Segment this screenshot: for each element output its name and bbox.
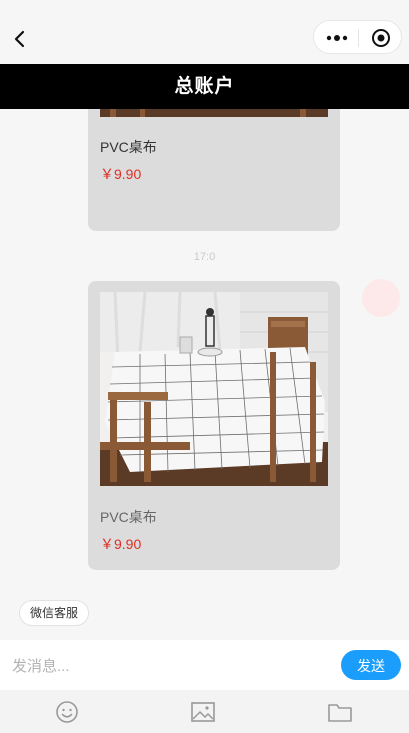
chevron-left-icon[interactable]	[6, 24, 34, 54]
product-card[interactable]: PVC桌布 ￥9.90	[88, 281, 340, 570]
product-price: ￥9.90	[100, 536, 142, 552]
folder-icon[interactable]	[327, 700, 353, 724]
wechat-service-button[interactable]: 微信客服	[19, 600, 90, 626]
tablecloth-photo-icon	[100, 109, 328, 117]
product-name: PVC桌布	[100, 139, 157, 155]
capsule-divider	[358, 29, 359, 47]
chat-area[interactable]: PVC桌布 ￥9.90 17:0 PVC桌布 ￥9.90 微信客服	[0, 109, 409, 640]
target-circle-icon[interactable]	[371, 28, 391, 48]
image-icon[interactable]	[190, 700, 216, 724]
page-title: 总账户	[174, 76, 235, 97]
floating-bubble[interactable]	[362, 279, 400, 317]
top-nav-bar	[0, 0, 409, 64]
product-card[interactable]: PVC桌布 ￥9.90	[88, 109, 340, 231]
emoji-icon[interactable]	[54, 700, 80, 724]
composer-bar: 发送	[0, 640, 409, 690]
title-bar: 总账户	[0, 64, 409, 109]
mini-program-capsule	[313, 20, 402, 54]
product-image	[100, 292, 328, 486]
composer-toolbar	[0, 690, 409, 733]
product-name: PVC桌布	[100, 509, 157, 525]
tablecloth-photo-icon	[100, 292, 328, 486]
message-timestamp: 17:0	[193, 251, 216, 263]
product-image	[100, 109, 328, 117]
send-button[interactable]: 发送	[341, 650, 401, 680]
product-price: ￥9.90	[100, 166, 142, 182]
message-input[interactable]	[10, 650, 334, 682]
more-dots-icon[interactable]	[326, 30, 348, 46]
